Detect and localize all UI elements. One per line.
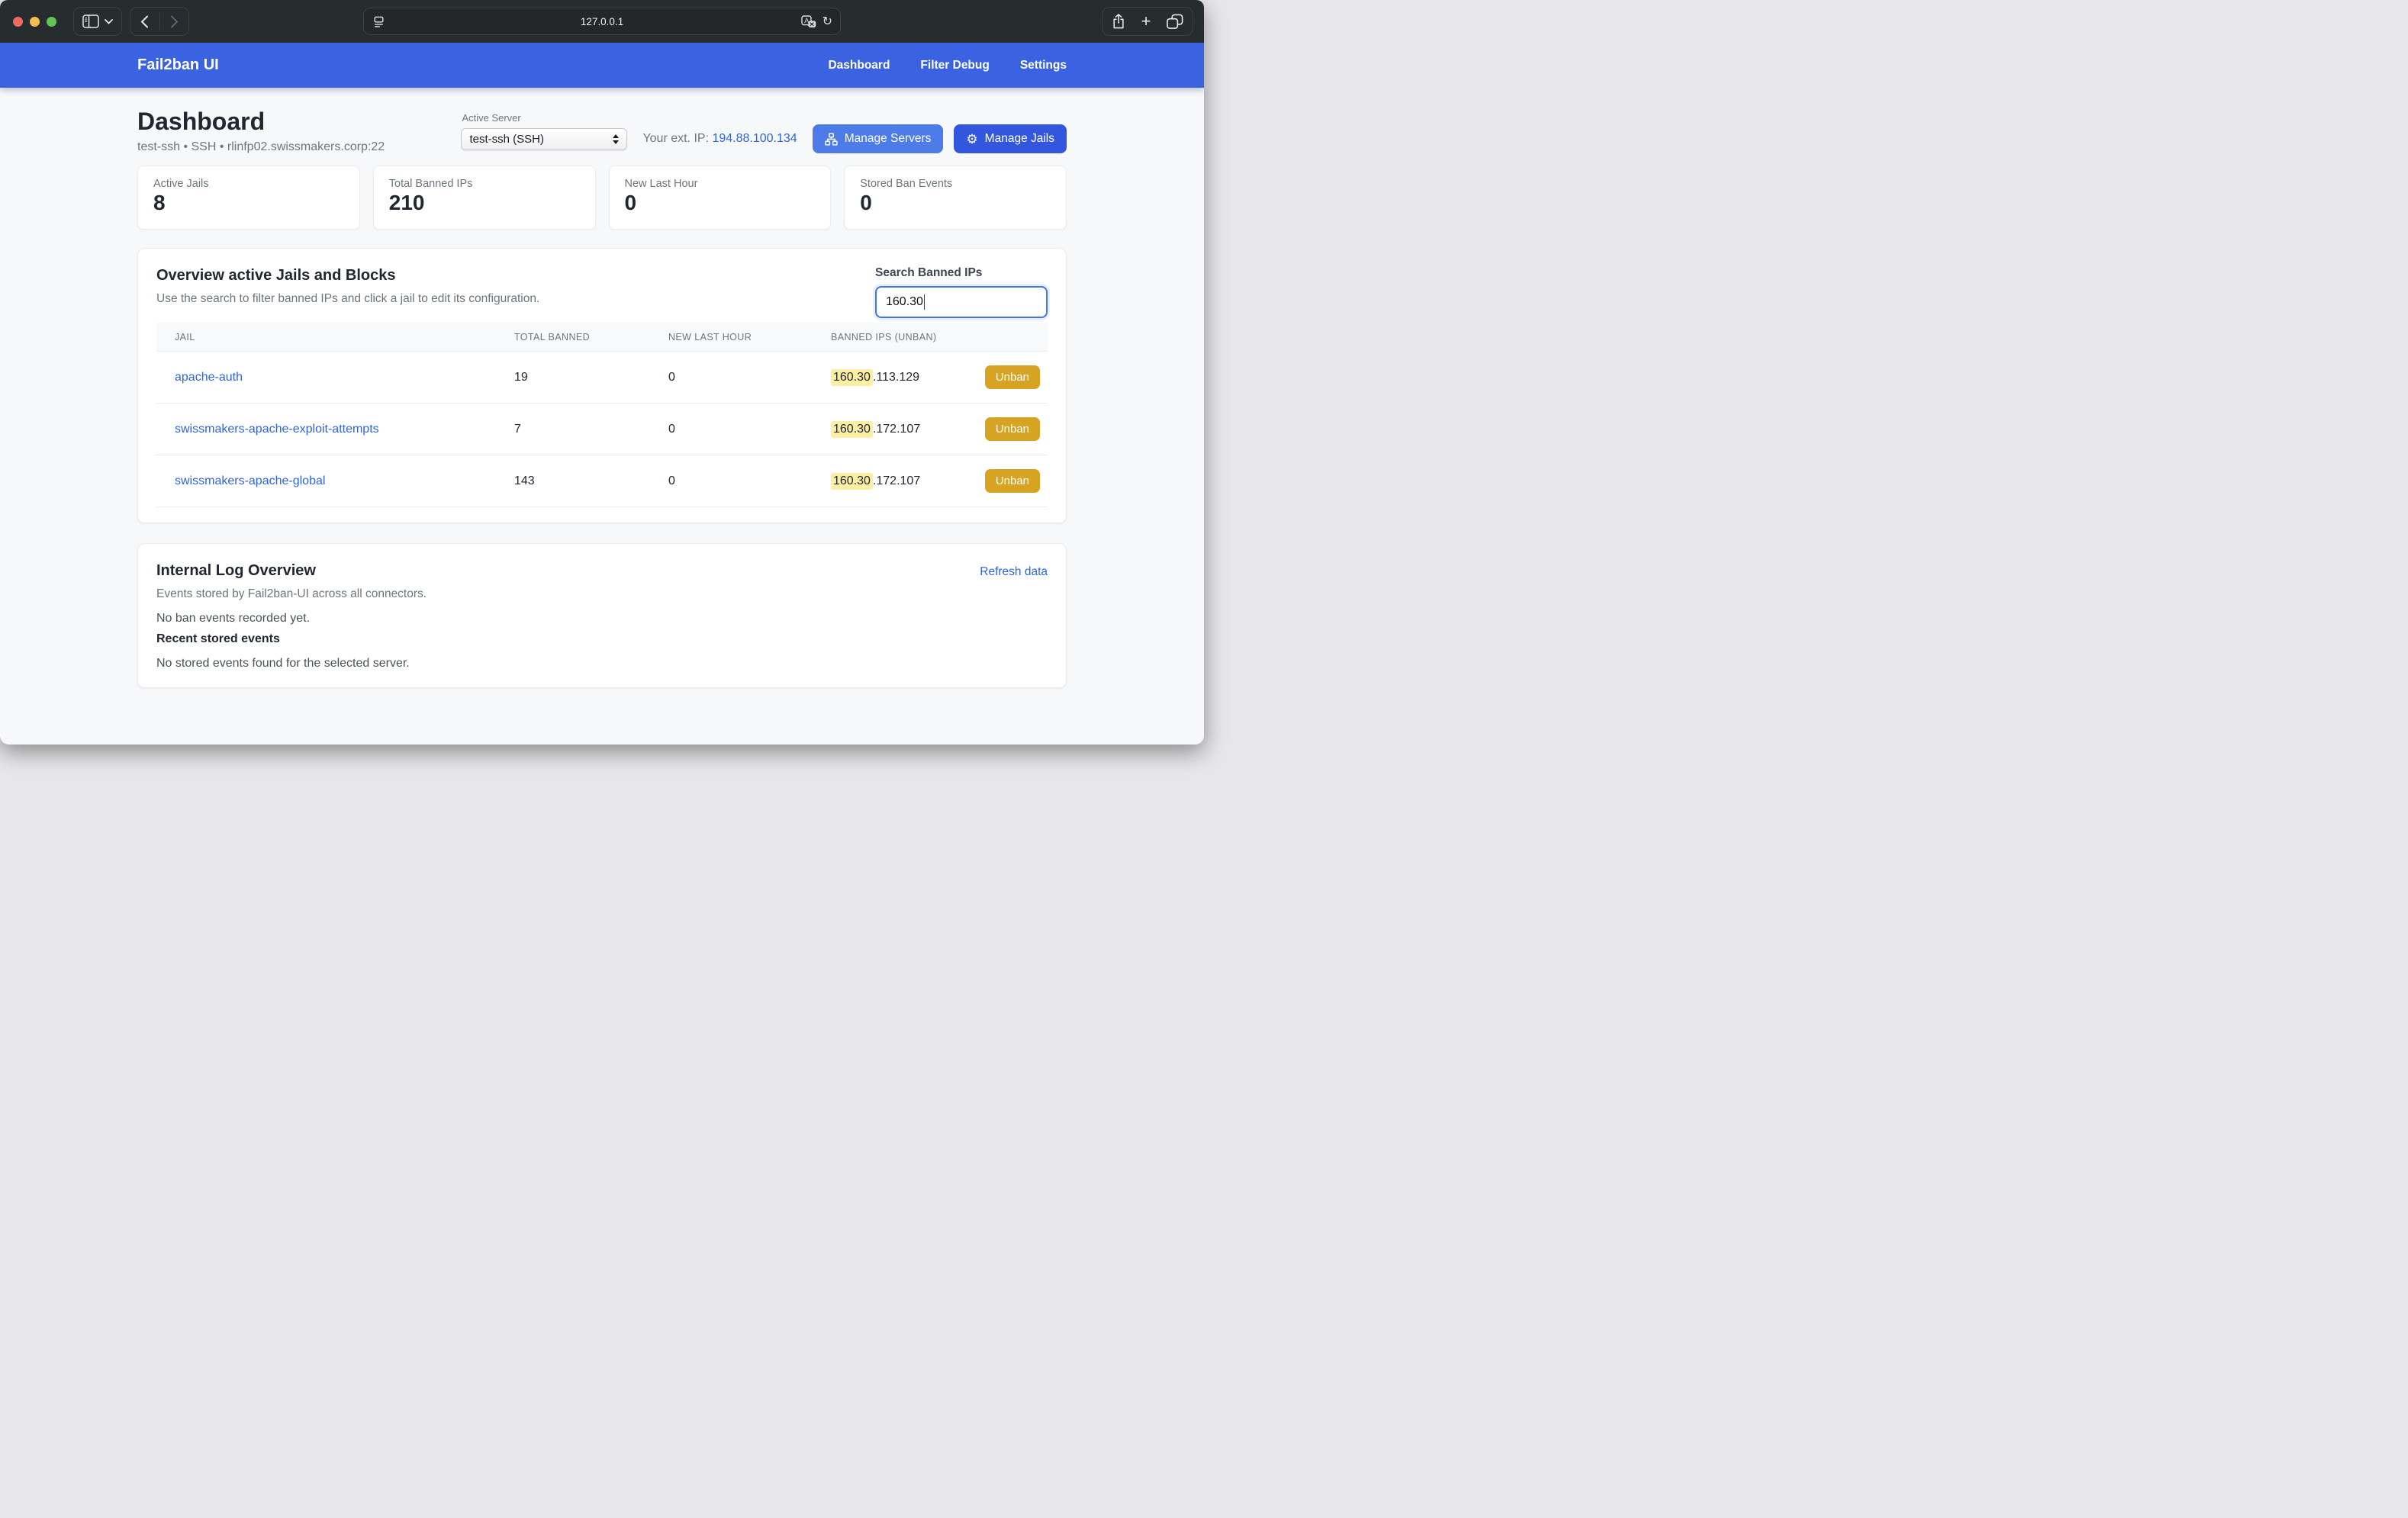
sitemap-icon — [825, 133, 838, 146]
jail-link[interactable]: swissmakers-apache-global — [175, 474, 325, 487]
svg-text:A: A — [804, 17, 809, 24]
ip-match-highlight: 160.30 — [831, 473, 873, 490]
chevron-down-icon — [105, 19, 113, 24]
overview-card: Overview active Jails and Blocks Use the… — [137, 248, 1067, 523]
app-navbar: Fail2ban UI Dashboard Filter Debug Setti… — [0, 43, 1204, 88]
jail-link[interactable]: apache-auth — [175, 371, 243, 384]
unban-button[interactable]: Unban — [985, 417, 1040, 441]
recent-stored-events-title: Recent stored events — [156, 632, 1048, 646]
search-banned-ips-label: Search Banned IPs — [875, 266, 1048, 280]
external-ip-value: 194.88.100.134 — [712, 132, 797, 145]
page-title: Dashboard — [137, 107, 385, 136]
history-navigation — [130, 7, 189, 36]
unban-button[interactable]: Unban — [985, 469, 1040, 493]
page-subtitle: test-ssh • SSH • rlinfp02.swissmakers.co… — [137, 140, 385, 154]
nav-settings[interactable]: Settings — [1020, 59, 1067, 72]
minimize-window-button[interactable] — [30, 17, 40, 27]
external-ip: Your ext. IP: 194.88.100.134 — [642, 132, 797, 146]
jails-table: JAIL TOTAL BANNED NEW LAST HOUR BANNED I… — [156, 323, 1048, 507]
gear-icon: ⚙ — [966, 133, 977, 146]
table-row: swissmakers-apache-global 143 0 160.30 .… — [156, 455, 1048, 507]
manage-jails-button[interactable]: ⚙ Manage Jails — [954, 124, 1067, 153]
page-settings-icon[interactable] — [372, 15, 385, 28]
refresh-data-link[interactable]: Refresh data — [980, 565, 1048, 579]
page-content: Dashboard test-ssh • SSH • rlinfp02.swis… — [0, 88, 1204, 745]
translate-icon[interactable]: A — [801, 15, 816, 29]
unban-button[interactable]: Unban — [985, 365, 1040, 389]
table-header: JAIL TOTAL BANNED NEW LAST HOUR BANNED I… — [156, 323, 1048, 352]
sidebar-icon — [82, 14, 99, 28]
stat-stored-ban-events: Stored Ban Events 0 — [844, 166, 1067, 230]
zoom-window-button[interactable] — [47, 17, 56, 27]
text-caret — [924, 294, 926, 310]
new-tab-button[interactable]: + — [1141, 13, 1151, 30]
url-text: 127.0.0.1 — [581, 16, 623, 27]
browser-titlebar: 127.0.0.1 A ↻ + — [0, 0, 1204, 43]
stat-cards: Active Jails 8 Total Banned IPs 210 New … — [137, 166, 1067, 230]
back-button[interactable] — [130, 8, 159, 35]
ip-match-highlight: 160.30 — [831, 369, 873, 386]
active-server-label: Active Server — [462, 112, 520, 124]
nav-filter-debug[interactable]: Filter Debug — [920, 59, 989, 72]
search-banned-ips-input[interactable]: 160.30 — [875, 286, 1048, 318]
nav-dashboard[interactable]: Dashboard — [828, 59, 890, 72]
log-title: Internal Log Overview — [156, 562, 427, 580]
brand[interactable]: Fail2ban UI — [137, 56, 219, 74]
nav-links: Dashboard Filter Debug Settings — [828, 59, 1067, 72]
toolbar-right-group: + — [1102, 7, 1193, 36]
no-stored-events-text: No stored events found for the selected … — [156, 657, 1048, 671]
select-arrows-icon — [611, 134, 620, 144]
reload-button[interactable]: ↻ — [823, 16, 832, 28]
internal-log-card: Internal Log Overview Events stored by F… — [137, 543, 1067, 688]
stat-active-jails: Active Jails 8 — [137, 166, 360, 230]
stat-total-banned: Total Banned IPs 210 — [373, 166, 596, 230]
tab-overview-button[interactable] — [1167, 14, 1183, 30]
log-description: Events stored by Fail2ban-UI across all … — [156, 587, 427, 601]
jail-link[interactable]: swissmakers-apache-exploit-attempts — [175, 423, 379, 436]
ip-match-highlight: 160.30 — [831, 421, 873, 438]
no-ban-events-text: No ban events recorded yet. — [156, 612, 1048, 626]
table-row: apache-auth 19 0 160.30 .113.129 Unban — [156, 352, 1048, 404]
address-bar[interactable]: 127.0.0.1 A ↻ — [363, 8, 841, 35]
forward-button[interactable] — [159, 8, 188, 35]
active-server-select[interactable]: test-ssh (SSH) — [461, 128, 627, 150]
close-window-button[interactable] — [13, 17, 23, 27]
page-header: Dashboard test-ssh • SSH • rlinfp02.swis… — [137, 107, 1067, 154]
sidebar-toggle-button[interactable] — [73, 7, 122, 36]
window-controls — [13, 0, 56, 43]
table-row: swissmakers-apache-exploit-attempts 7 0 … — [156, 404, 1048, 455]
stat-new-last-hour: New Last Hour 0 — [609, 166, 832, 230]
manage-servers-button[interactable]: Manage Servers — [813, 124, 944, 153]
share-button[interactable] — [1112, 13, 1125, 30]
browser-window: 127.0.0.1 A ↻ + — [0, 0, 1204, 745]
